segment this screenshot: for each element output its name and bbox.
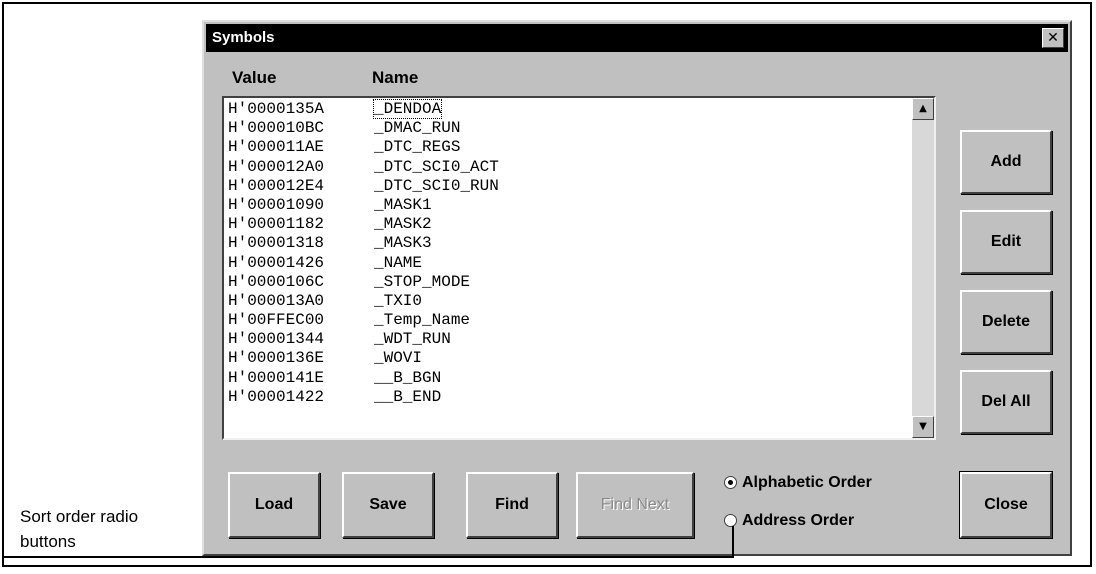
symbol-row[interactable]: H'0000136E _WOVI xyxy=(228,349,908,368)
symbols-dialog: Symbols ✕ Value Name H'0000135A _DENDOA H'… xyxy=(202,20,1072,556)
load-button[interactable]: Load xyxy=(228,472,320,538)
symbol-name: _Temp_Name xyxy=(374,311,471,330)
close-button[interactable]: Close xyxy=(959,471,1053,539)
radio-alphabetic-label[interactable]: Alphabetic Order xyxy=(742,474,872,492)
save-button[interactable]: Save xyxy=(342,472,434,538)
edit-button[interactable]: Edit xyxy=(960,210,1052,274)
symbol-name: _WOVI xyxy=(374,349,423,368)
symbol-value: H'0000141E xyxy=(228,368,325,387)
callout-leader-vertical xyxy=(732,526,734,557)
symbol-row[interactable]: H'00001318 _MASK3 xyxy=(228,234,908,253)
symbol-name: _TXI0 xyxy=(374,291,423,310)
name-column-header: Name xyxy=(372,68,419,87)
symbol-row[interactable]: H'000013A0 _TXI0 xyxy=(228,292,908,311)
symbol-row[interactable]: H'0000135A _DENDOA xyxy=(228,99,908,119)
symbol-value: H'00001344 xyxy=(228,330,325,349)
dialog-title: Symbols xyxy=(212,29,275,46)
symbol-name: _DMAC_RUN xyxy=(374,119,461,138)
symbol-row[interactable]: H'00FFEC00 _Temp_Name xyxy=(228,311,908,330)
find-next-button[interactable]: Find Next xyxy=(576,472,694,538)
symbol-row[interactable]: H'0000141E __B_BGN xyxy=(228,369,908,388)
symbol-row[interactable]: H'000011AE _DTC_REGS xyxy=(228,138,908,157)
close-icon[interactable]: ✕ xyxy=(1042,28,1064,48)
symbol-name: _DTC_SCI0_ACT xyxy=(374,157,499,176)
symbol-value: H'000012A0 xyxy=(228,157,325,176)
symbol-row[interactable]: H'00001422 __B_END xyxy=(228,388,908,407)
symbol-value: H'00001422 xyxy=(228,387,325,406)
radio-address-indicator[interactable] xyxy=(724,514,737,527)
add-button[interactable]: Add xyxy=(960,130,1052,194)
symbol-value: H'00001426 xyxy=(228,253,325,272)
symbol-value: H'000011AE xyxy=(228,138,325,157)
symbol-name: _MASK3 xyxy=(374,234,432,253)
title-bar[interactable]: Symbols ✕ xyxy=(206,24,1068,52)
del-all-button[interactable]: Del All xyxy=(960,370,1052,434)
symbol-name: __B_END xyxy=(374,387,442,406)
symbol-value: H'00001090 xyxy=(228,195,325,214)
symbol-name: _STOP_MODE xyxy=(374,272,471,291)
symbol-name: _DENDOA xyxy=(372,99,443,119)
symbol-row[interactable]: H'000012A0 _DTC_SCI0_ACT xyxy=(228,158,908,177)
symbol-row[interactable]: H'00001090 _MASK1 xyxy=(228,196,908,215)
symbol-value: H'000010BC xyxy=(228,119,325,138)
symbol-row[interactable]: H'000012E4 _DTC_SCI0_RUN xyxy=(228,177,908,196)
symbol-value: H'000012E4 xyxy=(228,176,325,195)
value-column-header: Value xyxy=(232,68,277,87)
symbol-row[interactable]: H'0000106C _STOP_MODE xyxy=(228,273,908,292)
scroll-up-icon[interactable]: ▲ xyxy=(912,98,934,120)
radio-alphabetic-indicator[interactable] xyxy=(724,476,737,489)
symbol-rows: H'0000135A _DENDOA H'000010BC _DMAC_RUN H'00… xyxy=(228,99,908,407)
symbol-name: __B_BGN xyxy=(374,368,442,387)
symbol-name: _DTC_REGS xyxy=(374,138,461,157)
symbol-value: H'00FFEC00 xyxy=(228,311,325,330)
symbol-row[interactable]: H'00001182 _MASK2 xyxy=(228,215,908,234)
symbol-row[interactable]: H'00001426 _NAME xyxy=(228,254,908,273)
symbol-name: _MASK1 xyxy=(374,195,432,214)
find-button[interactable]: Find xyxy=(466,472,558,538)
radio-address-label[interactable]: Address Order xyxy=(742,512,854,530)
symbol-name: _MASK2 xyxy=(374,215,432,234)
symbol-name: _DTC_SCI0_RUN xyxy=(374,176,499,195)
sort-order-callout: Sort order radio buttons xyxy=(20,504,138,554)
symbol-name: _WDT_RUN xyxy=(374,330,451,349)
symbol-value: H'0000136E xyxy=(228,349,325,368)
callout-line-2: buttons xyxy=(20,532,76,551)
symbol-value: H'00001182 xyxy=(228,215,325,234)
symbol-row[interactable]: H'000010BC _DMAC_RUN xyxy=(228,119,908,138)
symbol-value: H'0000106C xyxy=(228,272,325,291)
symbol-name: _NAME xyxy=(374,253,423,272)
callout-leader-horizontal xyxy=(4,556,734,558)
symbol-list[interactable]: H'0000135A _DENDOA H'000010BC _DMAC_RUN H'00… xyxy=(222,96,936,440)
delete-button[interactable]: Delete xyxy=(960,290,1052,354)
symbol-value: H'0000135A xyxy=(228,100,325,118)
symbol-value: H'000013A0 xyxy=(228,291,325,310)
symbol-row[interactable]: H'00001344 _WDT_RUN xyxy=(228,330,908,349)
callout-line-1: Sort order radio xyxy=(20,507,139,526)
vertical-scrollbar[interactable]: ▲ ▼ xyxy=(912,98,934,438)
symbol-value: H'00001318 xyxy=(228,234,325,253)
scroll-down-icon[interactable]: ▼ xyxy=(912,416,934,438)
